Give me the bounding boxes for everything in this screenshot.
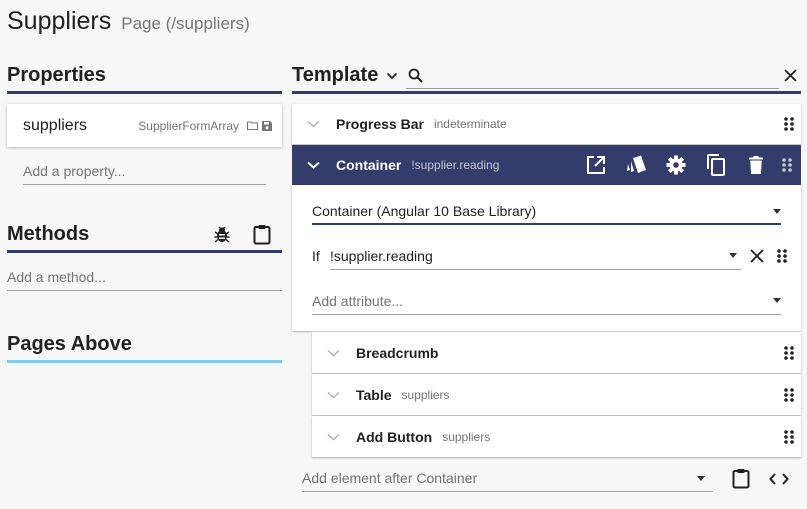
if-value-input[interactable]: !supplier.reading	[330, 242, 741, 270]
node-sub: !supplier.reading	[411, 158, 500, 172]
properties-header: Properties	[7, 60, 282, 94]
dropdown-caret-icon	[773, 208, 781, 214]
collapse-chevron-icon[interactable]	[306, 161, 320, 169]
add-element-select[interactable]: Add element after Container	[302, 465, 713, 492]
trash-icon[interactable]	[736, 145, 776, 185]
template-heading: Template	[292, 64, 379, 86]
property-item[interactable]: suppliers SupplierFormArray	[7, 104, 282, 147]
dropdown-caret-icon	[729, 253, 737, 258]
node-sub: suppliers	[442, 429, 491, 444]
add-element-row: Add element after Container	[302, 465, 801, 492]
if-attribute-row: If !supplier.reading	[312, 241, 787, 271]
template-node-container[interactable]: Container !supplier.reading	[292, 145, 801, 185]
page: Suppliers Page (/suppliers) Properties s…	[0, 0, 807, 509]
template-node-breadcrumb[interactable]: Breadcrumb	[312, 332, 801, 373]
expand-chevron-icon[interactable]	[306, 120, 320, 128]
page-subtitle: Page (/suppliers)	[121, 14, 250, 33]
methods-header: Methods	[7, 219, 282, 253]
expand-chevron-icon[interactable]	[326, 349, 340, 357]
methods-heading: Methods	[7, 223, 90, 245]
properties-heading: Properties	[7, 64, 106, 86]
node-sub: indeterminate	[433, 117, 507, 131]
node-label: Table	[356, 386, 392, 403]
expand-chevron-icon[interactable]	[326, 391, 340, 399]
paste-clipboard-icon[interactable]	[729, 468, 753, 489]
pages-above-heading: Pages Above	[7, 333, 132, 355]
template-panel: Template Progress Bar indeterminate Cont…	[292, 60, 801, 492]
add-attribute-select[interactable]: Add attribute...	[312, 287, 781, 315]
open-in-new-icon[interactable]	[576, 145, 616, 185]
search-icon	[408, 68, 424, 83]
drag-handle-icon[interactable]	[775, 249, 789, 263]
node-label: Add Button	[356, 428, 433, 445]
page-header: Suppliers Page (/suppliers)	[7, 7, 250, 36]
bug-icon[interactable]	[212, 226, 232, 243]
template-header: Template	[292, 60, 801, 94]
left-panel: Properties suppliers SupplierFormArray A…	[7, 60, 282, 363]
expand-chevron-icon[interactable]	[326, 433, 340, 441]
template-node-table[interactable]: Table suppliers	[312, 374, 801, 415]
save-icon[interactable]	[261, 120, 273, 132]
template-search-input[interactable]	[429, 67, 779, 83]
template-node-add-button[interactable]: Add Button suppliers	[312, 416, 801, 457]
dropdown-caret-icon	[697, 475, 705, 481]
component-select-value: Container (Angular 10 Base Library)	[312, 203, 537, 219]
pages-above-header: Pages Above	[7, 329, 282, 363]
add-element-placeholder: Add element after Container	[302, 470, 478, 486]
template-node-progress-bar[interactable]: Progress Bar indeterminate	[292, 104, 801, 144]
component-select[interactable]: Container (Angular 10 Base Library)	[312, 199, 781, 225]
clipboard-icon[interactable]	[252, 224, 272, 245]
template-search	[406, 63, 779, 89]
clear-search-icon[interactable]	[779, 69, 801, 82]
container-children: Breadcrumb Table suppliers Add Button su…	[312, 332, 801, 457]
drag-handle-icon[interactable]	[784, 387, 794, 402]
container-detail: Container (Angular 10 Base Library) If !…	[292, 185, 801, 331]
gear-icon[interactable]	[656, 145, 696, 185]
drag-handle-icon[interactable]	[784, 429, 794, 444]
folder-icon[interactable]	[246, 120, 258, 132]
remove-attribute-icon[interactable]	[745, 249, 769, 263]
node-label: Breadcrumb	[356, 344, 439, 361]
add-property-input[interactable]: Add a property...	[23, 163, 266, 185]
if-value: !supplier.reading	[330, 247, 433, 264]
node-label: Container	[336, 157, 402, 173]
dropdown-caret-icon	[773, 298, 781, 303]
add-attribute-placeholder: Add attribute...	[312, 292, 404, 309]
add-method-input[interactable]: Add a method...	[7, 269, 282, 291]
chevron-down-icon[interactable]	[386, 72, 398, 80]
style-icon[interactable]	[616, 145, 656, 185]
drag-handle-icon[interactable]	[780, 158, 794, 172]
drag-handle-icon[interactable]	[784, 117, 794, 131]
property-name: suppliers	[23, 116, 88, 134]
code-icon[interactable]	[767, 472, 791, 485]
page-title: Suppliers	[7, 7, 112, 35]
node-sub: suppliers	[401, 387, 450, 402]
node-label: Progress Bar	[336, 116, 424, 132]
drag-handle-icon[interactable]	[784, 345, 794, 360]
copy-icon[interactable]	[696, 145, 736, 185]
if-label: If	[312, 248, 320, 264]
property-type: SupplierFormArray	[138, 118, 239, 133]
